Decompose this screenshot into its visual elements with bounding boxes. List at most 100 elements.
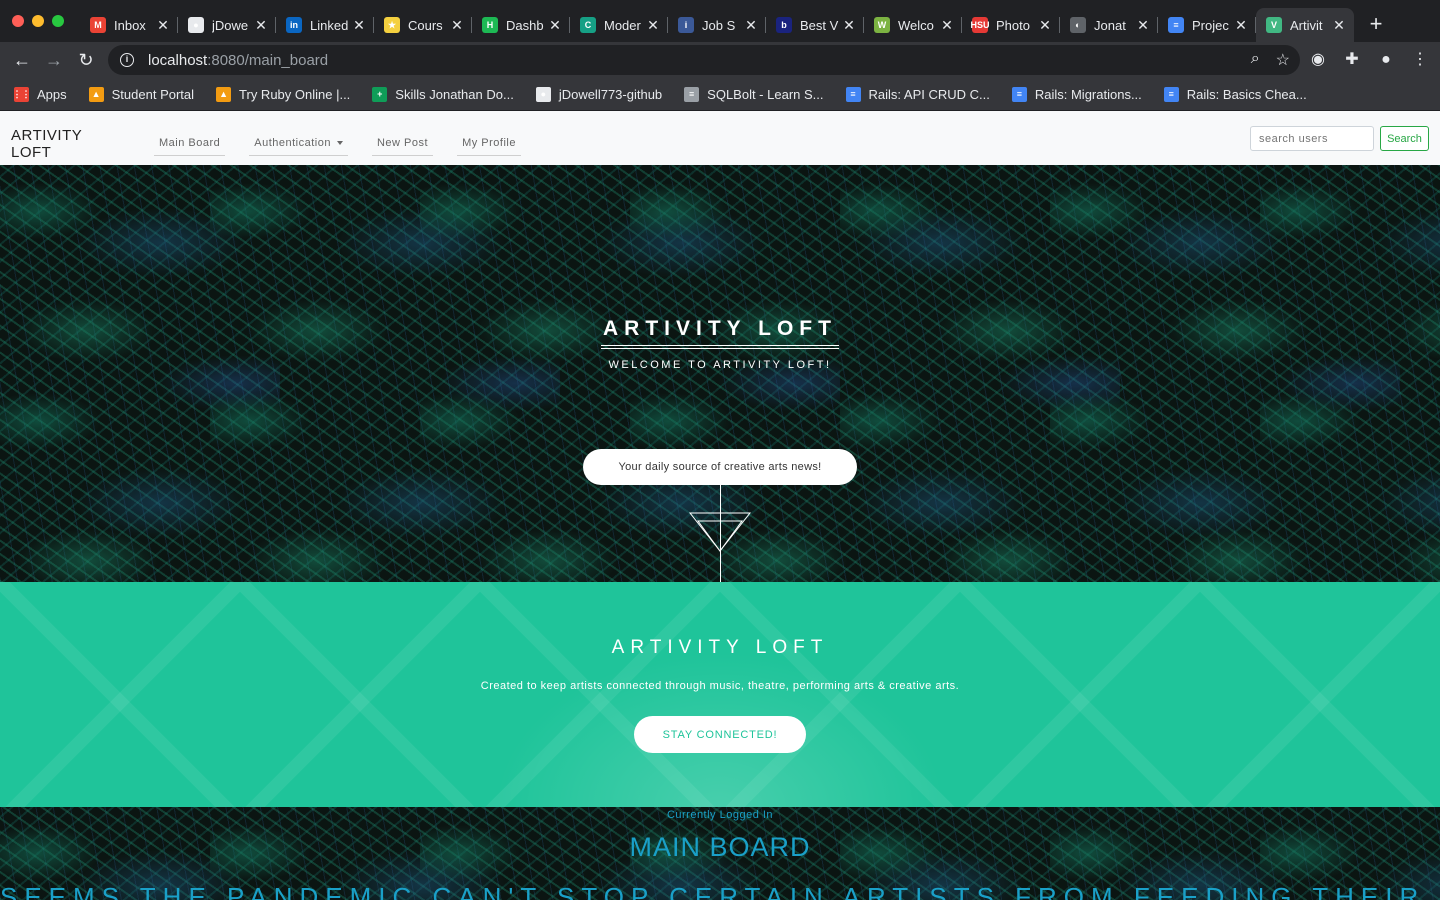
skills-icon: + <box>372 86 388 102</box>
reload-icon[interactable]: ↻ <box>74 48 98 72</box>
github-icon: ● <box>535 86 551 102</box>
tab-close-icon[interactable]: ✕ <box>1234 17 1248 34</box>
main-board-section: Currently Logged In MAIN BOARD SEEMS THE… <box>0 807 1440 900</box>
browser-tab[interactable]: M Inbox ✕ <box>80 8 178 42</box>
tab-title: jDowe <box>212 17 249 33</box>
linkedin-icon: in <box>286 17 302 33</box>
try-ruby-icon: ▲ <box>216 86 232 102</box>
tab-close-icon[interactable]: ✕ <box>842 17 856 34</box>
tab-close-icon[interactable]: ✕ <box>352 17 366 34</box>
browser-tab[interactable]: i Job S ✕ <box>668 8 766 42</box>
search-users-input[interactable] <box>1250 126 1374 151</box>
tab-title: Projec <box>1192 17 1229 33</box>
browser-tab[interactable]: W Welco ✕ <box>864 8 962 42</box>
tab-title: Cours <box>408 17 443 33</box>
tab-close-icon[interactable]: ✕ <box>646 17 660 34</box>
sqlbolt-icon: ≡ <box>684 86 700 102</box>
nav-my-profile-label: My Profile <box>462 137 516 149</box>
post-headline[interactable]: SEEMS THE PANDEMIC CAN'T STOP CERTAIN AR… <box>0 882 1440 900</box>
best-icon: b <box>776 17 792 33</box>
bookmark-item[interactable]: ▲ Student Portal <box>88 86 195 102</box>
tab-title: Inbox <box>114 17 146 33</box>
tab-close-icon[interactable]: ✕ <box>1332 17 1346 34</box>
tagline-pill: Your daily source of creative arts news! <box>583 449 857 485</box>
tab-close-icon[interactable]: ✕ <box>254 17 268 34</box>
bookmark-label: Skills Jonathan Do... <box>395 86 514 102</box>
browser-tab[interactable]: ◐ Jonat ✕ <box>1060 8 1158 42</box>
tab-close-icon[interactable]: ✕ <box>940 17 954 34</box>
vue-icon: V <box>1266 17 1282 33</box>
tab-close-icon[interactable]: ✕ <box>1136 17 1150 34</box>
docs-icon: ≡ <box>1168 17 1184 33</box>
jobsearch-icon: i <box>678 17 694 33</box>
browser-tab[interactable]: V Artivit ✕ <box>1256 8 1354 42</box>
bookmark-star-icon[interactable]: ☆ <box>1276 50 1290 70</box>
main-board-title: MAIN BOARD <box>629 832 811 862</box>
new-tab-button[interactable]: + <box>1364 12 1388 36</box>
site-brand[interactable]: ARTIVITY LOFT <box>11 127 111 168</box>
bookmark-item[interactable]: ▲ Try Ruby Online |... <box>216 86 350 102</box>
tab-title: Artivit <box>1290 17 1323 33</box>
address-bar[interactable]: i localhost:8080/main_board ⌕ ☆ <box>108 45 1300 75</box>
stay-connected-button[interactable]: STAY CONNECTED! <box>634 716 806 753</box>
extensions-puzzle-icon[interactable]: ✚ <box>1342 48 1362 72</box>
back-icon[interactable]: ← <box>10 48 34 72</box>
browser-tab[interactable]: ★ Cours ✕ <box>374 8 472 42</box>
minimize-window-button[interactable] <box>32 15 44 27</box>
bookmark-item[interactable]: ≡ Rails: Migrations... <box>1011 86 1142 102</box>
tab-close-icon[interactable]: ✕ <box>450 17 464 34</box>
bookmark-label: Student Portal <box>111 86 195 102</box>
login-status: Currently Logged In <box>666 809 774 821</box>
caret-down-icon <box>336 141 343 146</box>
globe-icon: ◐ <box>1070 17 1086 33</box>
bookmarks-bar: ⋮⋮ Apps ▲ Student Portal ▲ Try Ruby Online |.… <box>0 78 1440 111</box>
nav-my-profile[interactable]: My Profile <box>457 137 521 156</box>
dashboard-icon: H <box>482 17 498 33</box>
tab-close-icon[interactable]: ✕ <box>744 17 758 34</box>
bookmark-item[interactable]: + Skills Jonathan Do... <box>372 86 514 102</box>
nav-new-post[interactable]: New Post <box>371 137 434 156</box>
close-window-button[interactable] <box>12 15 24 27</box>
about-section: ARTIVITY LOFT Created to keep artists co… <box>0 582 1440 807</box>
tab-close-icon[interactable]: ✕ <box>156 17 170 34</box>
nav-main-board[interactable]: Main Board <box>154 137 226 156</box>
bookmark-label: Rails: Basics Chea... <box>1186 86 1307 102</box>
bookmark-item[interactable]: ≡ SQLBolt - Learn S... <box>684 86 824 102</box>
tab-close-icon[interactable]: ✕ <box>1038 17 1052 34</box>
browser-tab[interactable]: ≡ Projec ✕ <box>1158 8 1256 42</box>
web-page: ARTIVITY LOFT Main Board Authentication … <box>0 111 1440 900</box>
browser-tab[interactable]: in Linked ✕ <box>276 8 374 42</box>
tab-title: Dashb <box>506 17 544 33</box>
url-text[interactable]: localhost:8080/main_board <box>148 52 328 69</box>
nav-main-board-label: Main Board <box>159 137 221 149</box>
tab-title: Welco <box>898 17 934 33</box>
search-button[interactable]: Search <box>1380 126 1429 151</box>
extension-globe-icon[interactable]: ◉ <box>1308 48 1328 72</box>
about-title: ARTIVITY LOFT <box>611 637 829 658</box>
github-icon: ● <box>188 17 204 33</box>
maximize-window-button[interactable] <box>52 15 64 27</box>
photo-icon: HSU <box>971 17 990 33</box>
bookmark-item[interactable]: ≡ Rails: API CRUD C... <box>845 86 990 102</box>
zoom-search-icon[interactable]: ⌕ <box>1251 50 1260 70</box>
forward-icon[interactable]: → <box>42 48 66 72</box>
browser-tab[interactable]: HSU Photo ✕ <box>962 8 1060 42</box>
bookmark-label: Rails: API CRUD C... <box>868 86 990 102</box>
site-info-icon[interactable]: i <box>120 53 134 67</box>
browser-tab[interactable]: C Moder ✕ <box>570 8 668 42</box>
nav-new-post-label: New Post <box>376 137 429 149</box>
bookmark-label: SQLBolt - Learn S... <box>707 86 824 102</box>
tab-close-icon[interactable]: ✕ <box>548 17 562 34</box>
browser-tab[interactable]: ● jDowe ✕ <box>178 8 276 42</box>
bookmark-item[interactable]: ● jDowell773-github <box>535 86 662 102</box>
docs-icon: ≡ <box>1163 86 1179 102</box>
bookmark-item[interactable]: ≡ Rails: Basics Chea... <box>1163 86 1307 102</box>
browser-tab[interactable]: H Dashb ✕ <box>472 8 570 42</box>
hero-section: ARTIVITY LOFT WELCOME TO ARTIVITY LOFT! … <box>0 165 1440 582</box>
profile-avatar-icon[interactable]: ● <box>1376 48 1396 72</box>
about-text: Created to keep artists connected throug… <box>480 680 960 692</box>
browser-menu-icon[interactable]: ⋮ <box>1410 48 1430 72</box>
nav-authentication-dropdown[interactable]: Authentication <box>249 137 348 156</box>
browser-tab[interactable]: b Best V ✕ <box>766 8 864 42</box>
bookmark-item[interactable]: ⋮⋮ Apps <box>13 86 67 102</box>
